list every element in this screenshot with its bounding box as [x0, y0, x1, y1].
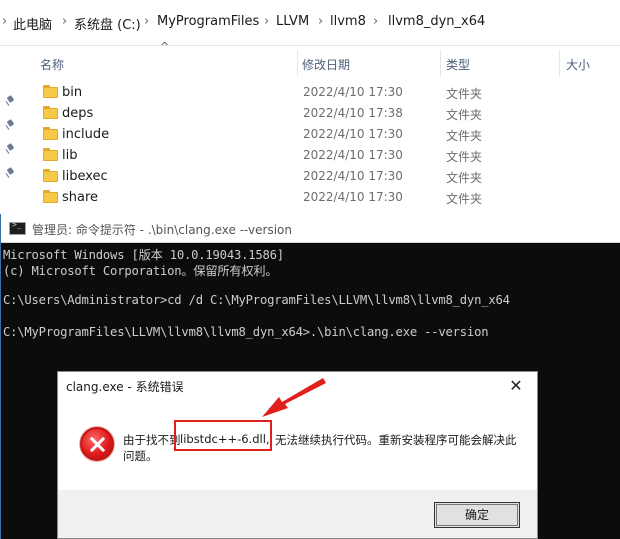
folder-icon [43, 148, 58, 161]
breadcrumb-separator: › [318, 14, 324, 29]
annotation-highlight-box [174, 420, 272, 451]
file-name: include [62, 127, 110, 142]
file-type: 文件夹 [446, 108, 483, 122]
ok-button[interactable]: 确定 [434, 502, 520, 528]
folder-icon [43, 169, 58, 182]
console-line: (c) Microsoft Corporation。保留所有权利。 [3, 264, 278, 278]
file-type: 文件夹 [446, 192, 483, 206]
console-line: C:\MyProgramFiles\LLVM\llvm8\llvm8_dyn_x… [3, 325, 489, 339]
column-divider[interactable] [440, 50, 441, 76]
file-row-bin[interactable]: bin 2022/4/10 17:30 文件夹 [0, 82, 620, 103]
file-type: 文件夹 [446, 87, 483, 101]
file-row-libexec[interactable]: libexec 2022/4/10 17:30 文件夹 [0, 166, 620, 187]
file-modified: 2022/4/10 17:30 [303, 169, 403, 183]
folder-icon [43, 106, 58, 119]
file-name: share [62, 190, 99, 205]
command-prompt-icon [9, 220, 26, 235]
file-row-lib[interactable]: lib 2022/4/10 17:30 文件夹 [0, 145, 620, 166]
breadcrumb-llvm[interactable]: LLVM [276, 14, 309, 29]
breadcrumb-system-drive[interactable]: 系统盘 (C:) [74, 14, 141, 33]
file-type: 文件夹 [446, 129, 483, 143]
column-headers: 名称 修改日期 类型 大小 [0, 47, 620, 77]
file-modified: 2022/4/10 17:30 [303, 127, 403, 141]
breadcrumb-separator: › [2, 14, 8, 29]
file-modified: 2022/4/10 17:38 [303, 106, 403, 120]
folder-icon [43, 127, 58, 140]
close-icon[interactable]: ✕ [498, 374, 534, 398]
console-title: 管理员: 命令提示符 - .\bin\clang.exe --version [32, 223, 292, 237]
breadcrumb-this-pc[interactable]: 此电脑 [13, 14, 52, 33]
column-divider[interactable] [559, 50, 560, 76]
file-modified: 2022/4/10 17:30 [303, 148, 403, 162]
column-header-modified[interactable]: 修改日期 [302, 56, 350, 73]
error-message-line2: 问题。 [123, 449, 158, 463]
breadcrumb-separator: › [264, 14, 270, 29]
dialog-titlebar[interactable]: clang.exe - 系统错误 ✕ [58, 372, 537, 400]
breadcrumb-separator: › [144, 14, 150, 29]
address-bar[interactable]: › 此电脑 › 系统盘 (C:) › MyProgramFiles › LLVM… [0, 0, 620, 46]
dialog-body: 由于找不到 libstdc++-6.dll, 无法继续执行代码。重新安装程序可能… [58, 400, 537, 490]
breadcrumb-llvm8[interactable]: llvm8 [330, 14, 366, 29]
file-name: bin [62, 85, 83, 100]
file-name: lib [62, 148, 78, 163]
console-line: C:\Users\Administrator>cd /d C:\MyProgra… [3, 293, 510, 307]
folder-icon [43, 85, 58, 98]
file-name: deps [62, 106, 94, 121]
column-divider[interactable] [297, 50, 298, 76]
column-header-size[interactable]: 大小 [566, 56, 590, 73]
console-titlebar[interactable]: 管理员: 命令提示符 - .\bin\clang.exe --version [1, 214, 620, 243]
file-row-include[interactable]: include 2022/4/10 17:30 文件夹 [0, 124, 620, 145]
breadcrumb-separator: › [373, 14, 379, 29]
dialog-title: clang.exe - 系统错误 [66, 380, 184, 394]
system-error-dialog: clang.exe - 系统错误 ✕ 由于找不到 libstdc++-6.dll… [57, 371, 538, 539]
dialog-footer: 确定 [58, 490, 537, 538]
file-type: 文件夹 [446, 171, 483, 185]
breadcrumb-separator: › [62, 14, 68, 29]
file-row-deps[interactable]: deps 2022/4/10 17:38 文件夹 [0, 103, 620, 124]
error-icon [80, 427, 114, 461]
file-type: 文件夹 [446, 150, 483, 164]
column-header-type[interactable]: 类型 [446, 56, 470, 73]
file-explorer-window: › 此电脑 › 系统盘 (C:) › MyProgramFiles › LLVM… [0, 0, 620, 214]
folder-icon [43, 190, 58, 203]
file-modified: 2022/4/10 17:30 [303, 85, 403, 99]
error-message-prefix: 由于找不到 [123, 433, 181, 447]
file-name: libexec [62, 169, 108, 184]
file-row-share[interactable]: share 2022/4/10 17:30 文件夹 [0, 187, 620, 208]
breadcrumb-llvm8-dyn-x64[interactable]: llvm8_dyn_x64 [388, 14, 485, 29]
column-header-name[interactable]: 名称 [40, 56, 64, 73]
error-message-suffix: 无法继续执行代码。重新安装程序可能会解决此 [275, 433, 517, 447]
breadcrumb-myprogramfiles[interactable]: MyProgramFiles [157, 14, 259, 29]
file-modified: 2022/4/10 17:30 [303, 190, 403, 204]
